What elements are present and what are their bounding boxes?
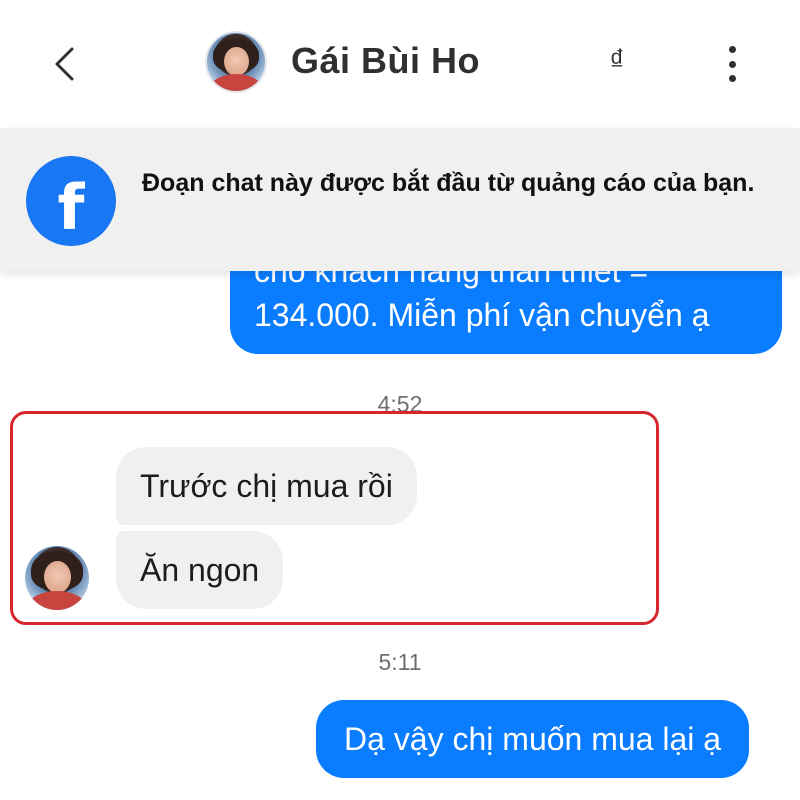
- more-dot: [728, 46, 736, 53]
- timestamp: 4:52: [377, 391, 423, 417]
- outgoing-message[interactable]: Dạ vậy chị muốn mua lại ạ: [316, 700, 750, 778]
- chat-header: Gái Bùi Ho ₫: [0, 0, 800, 128]
- message-line: 134.000. Miễn phí vận chuyển ạ: [254, 297, 710, 333]
- more-dot: [728, 75, 736, 82]
- more-options-button[interactable]: [716, 42, 748, 86]
- back-button[interactable]: [44, 40, 84, 88]
- ad-origin-banner: f Đoạn chat này được bắt đầu từ quảng cá…: [0, 128, 800, 271]
- sender-avatar[interactable]: [25, 546, 89, 610]
- incoming-message[interactable]: Ăn ngon: [116, 531, 284, 609]
- incoming-message[interactable]: Trước chị mua rồi: [116, 447, 417, 525]
- contact-name[interactable]: Gái Bùi Ho: [291, 40, 480, 82]
- facebook-logo-icon: f: [26, 156, 116, 246]
- ad-origin-text: Đoạn chat này được bắt đầu từ quảng cáo …: [142, 169, 755, 197]
- timestamp: 5:11: [378, 649, 422, 675]
- chevron-left-icon: [55, 47, 74, 81]
- currency-icon[interactable]: ₫: [600, 44, 634, 84]
- message-thread[interactable]: cho khách hàng thân thiết = 134.000. Miễ…: [0, 271, 800, 800]
- more-dot: [728, 60, 736, 68]
- outgoing-message[interactable]: cho khách hàng thân thiết = 134.000. Miễ…: [230, 271, 782, 354]
- contact-avatar[interactable]: [205, 31, 267, 93]
- message-line: cho khách hàng thân thiết =: [254, 271, 649, 289]
